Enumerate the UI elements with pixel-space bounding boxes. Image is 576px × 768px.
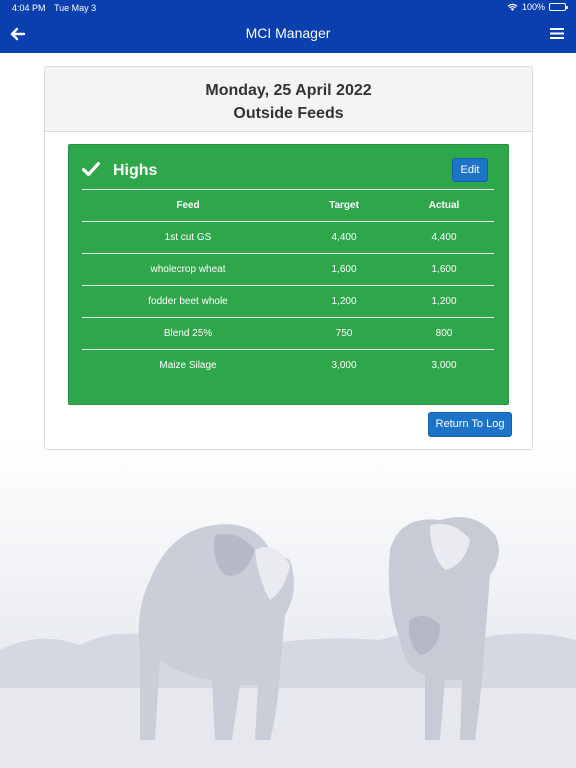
target-value: 3,000 <box>294 349 394 382</box>
check-icon <box>82 161 100 177</box>
battery-icon <box>549 3 568 11</box>
target-value: 750 <box>294 317 394 350</box>
target-value: 1,600 <box>294 253 394 286</box>
status-time: 4:04 PM <box>12 3 46 13</box>
feed-name: Blend 25% <box>82 317 294 350</box>
table-row: Blend 25% 750 800 <box>82 317 494 350</box>
feeds-table: Feed Target Actual 1st cut GS 4,400 4,40… <box>82 189 494 382</box>
actual-value: 3,000 <box>394 349 494 382</box>
feed-group-panel: Highs Edit Feed Target Actual 1st cut GS… <box>68 144 509 405</box>
feed-name: fodder beet whole <box>82 285 294 318</box>
actual-value: 4,400 <box>394 221 494 254</box>
table-header-row: Feed Target Actual <box>82 189 494 222</box>
actual-value: 1,600 <box>394 253 494 286</box>
table-row: Maize Silage 3,000 3,000 <box>82 349 494 382</box>
feed-name: 1st cut GS <box>82 221 294 254</box>
actual-value: 800 <box>394 317 494 350</box>
wifi-icon <box>507 3 518 11</box>
status-bar: 4:04 PM Tue May 3 100% <box>0 0 576 15</box>
column-header-actual: Actual <box>394 189 494 222</box>
panel-header: Highs Edit <box>69 145 508 190</box>
card-subtitle: Outside Feeds <box>233 105 344 122</box>
table-row: wholecrop wheat 1,600 1,600 <box>82 253 494 286</box>
column-header-target: Target <box>294 189 394 222</box>
card-date: Monday, 25 April 2022 <box>205 82 372 99</box>
feed-name: Maize Silage <box>82 349 294 382</box>
column-header-feed: Feed <box>82 189 294 222</box>
group-title: Highs <box>113 162 158 179</box>
target-value: 4,400 <box>294 221 394 254</box>
top-bar: 4:04 PM Tue May 3 100% MCI Manager <box>0 0 576 53</box>
table-row: fodder beet whole 1,200 1,200 <box>82 285 494 318</box>
hamburger-menu-icon[interactable] <box>550 27 564 40</box>
battery-percent: 100% <box>521 2 545 12</box>
actual-value: 1,200 <box>394 285 494 318</box>
nav-title: MCI Manager <box>245 25 331 41</box>
table-row: 1st cut GS 4,400 4,400 <box>82 221 494 254</box>
edit-button[interactable]: Edit <box>452 158 488 182</box>
background-cows-image <box>0 440 576 768</box>
return-to-log-button[interactable]: Return To Log <box>428 412 512 437</box>
feed-card: Monday, 25 April 2022 Outside Feeds High… <box>44 66 533 450</box>
card-header: Monday, 25 April 2022 Outside Feeds <box>45 67 532 132</box>
feed-name: wholecrop wheat <box>82 253 294 286</box>
target-value: 1,200 <box>294 285 394 318</box>
status-right: 100% <box>507 2 568 12</box>
status-date: Tue May 3 <box>54 3 97 13</box>
